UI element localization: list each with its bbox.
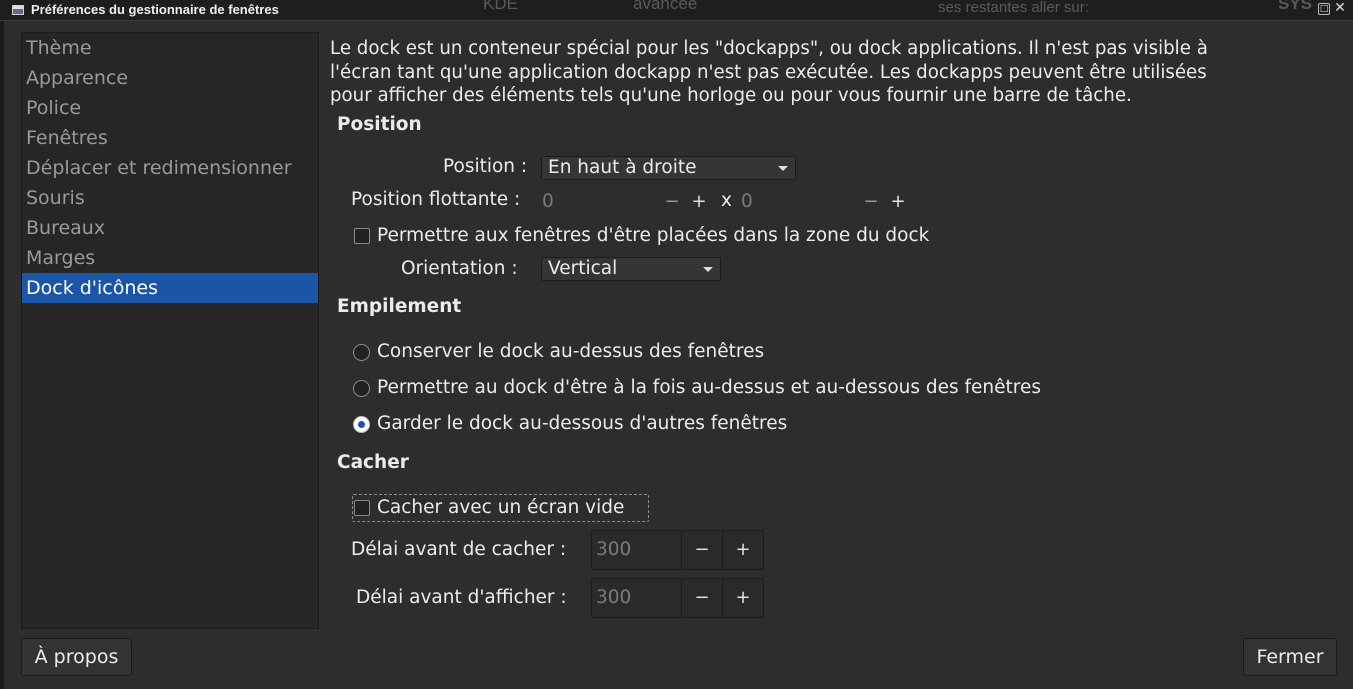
- background-text: ses restantes aller sur:: [938, 0, 1089, 16]
- window-icon: [12, 5, 24, 15]
- sidebar-item-windows[interactable]: Fenêtres: [22, 123, 318, 153]
- hide-delay-label: Délai avant de cacher :: [351, 539, 567, 560]
- position-combo-value: En haut à droite: [548, 157, 697, 178]
- dock-description: Le dock est un conteneur spécial pour le…: [330, 38, 1208, 106]
- hide-delay-input[interactable]: 300: [596, 531, 631, 569]
- sidebar-item-desktops[interactable]: Bureaux: [22, 213, 318, 243]
- background-text: SYS: [1278, 0, 1313, 13]
- window-title: Préférences du gestionnaire de fenêtres: [31, 2, 279, 17]
- orientation-combo-value: Vertical: [548, 258, 618, 279]
- close-button[interactable]: Fermer: [1243, 638, 1337, 676]
- close-icon[interactable]: ✕: [1334, 1, 1346, 15]
- chevron-down-icon: [778, 166, 788, 171]
- hide-delay-spinbox[interactable]: 300 − +: [591, 530, 764, 570]
- about-button[interactable]: À propos: [21, 638, 132, 676]
- stack-both-label[interactable]: Permettre au dock d'être à la fois au-de…: [377, 377, 1041, 398]
- sidebar-item-theme[interactable]: Thème: [22, 33, 318, 63]
- section-heading-position: Position: [337, 114, 422, 135]
- position-combo[interactable]: En haut à droite: [541, 156, 796, 180]
- orientation-combo[interactable]: Vertical: [541, 257, 721, 281]
- autohide-label[interactable]: Cacher avec un écran vide: [377, 497, 624, 518]
- show-delay-minus-button[interactable]: −: [681, 579, 722, 617]
- show-delay-label: Délai avant d'afficher :: [356, 587, 567, 608]
- category-list: Thème Apparence Police Fenêtres Déplacer…: [21, 32, 319, 629]
- floating-x-minus-button[interactable]: −: [659, 189, 685, 215]
- floating-x-plus-button[interactable]: +: [686, 189, 712, 215]
- stack-below-label[interactable]: Garder le dock au-dessous d'autres fenêt…: [377, 413, 787, 434]
- background-text: KDE: [483, 0, 518, 13]
- show-delay-spinbox[interactable]: 300 − +: [591, 578, 764, 618]
- sidebar-item-font[interactable]: Police: [22, 93, 318, 123]
- allow-windows-label[interactable]: Permettre aux fenêtres d'être placées da…: [377, 225, 929, 246]
- window-edge: [0, 21, 4, 689]
- section-heading-hide: Cacher: [337, 452, 409, 473]
- orientation-label: Orientation :: [401, 258, 518, 279]
- section-heading-stacking: Empilement: [337, 296, 462, 317]
- stack-both-radio[interactable]: [353, 380, 370, 397]
- floating-position-label: Position flottante :: [351, 189, 521, 210]
- stack-above-radio[interactable]: [353, 344, 370, 361]
- stack-below-radio[interactable]: [353, 416, 370, 433]
- maximize-icon[interactable]: □: [1318, 3, 1330, 15]
- sidebar-item-move-resize[interactable]: Déplacer et redimensionner: [22, 153, 318, 183]
- position-label: Position :: [443, 156, 528, 177]
- show-delay-plus-button[interactable]: +: [722, 579, 763, 617]
- floating-y-input[interactable]: 0: [741, 189, 753, 215]
- floating-y-plus-button[interactable]: +: [885, 189, 911, 215]
- autohide-checkbox[interactable]: [354, 500, 370, 516]
- sidebar-item-appearance[interactable]: Apparence: [22, 63, 318, 93]
- stack-above-label[interactable]: Conserver le dock au-dessus des fenêtres: [377, 341, 764, 362]
- title-bar: Préférences du gestionnaire de fenêtres …: [0, 0, 1353, 21]
- allow-windows-checkbox[interactable]: [354, 228, 370, 244]
- floating-separator: x: [721, 190, 732, 211]
- sidebar-item-dock[interactable]: Dock d'icônes: [22, 273, 318, 303]
- background-text: avancée: [633, 0, 698, 13]
- sidebar-item-mouse[interactable]: Souris: [22, 183, 318, 213]
- floating-y-minus-button[interactable]: −: [858, 189, 884, 215]
- hide-delay-minus-button[interactable]: −: [681, 531, 722, 569]
- show-delay-input[interactable]: 300: [596, 579, 631, 617]
- floating-x-input[interactable]: 0: [542, 189, 554, 215]
- sidebar-item-margins[interactable]: Marges: [22, 243, 318, 273]
- chevron-down-icon: [703, 267, 713, 272]
- hide-delay-plus-button[interactable]: +: [722, 531, 763, 569]
